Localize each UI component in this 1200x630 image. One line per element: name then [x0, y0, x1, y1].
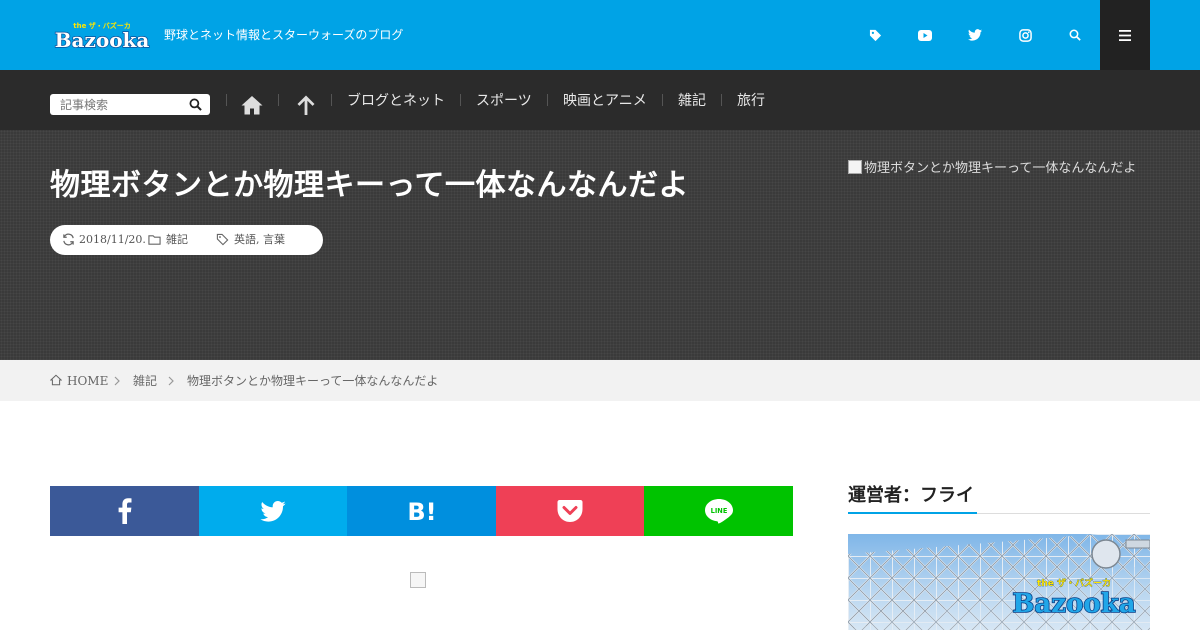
profile-logo-text: Bazooka: [1012, 589, 1135, 619]
pocket-icon: [557, 500, 583, 522]
hero-image-alt: 物理ボタンとか物理キーって一体なんなんだよ: [864, 161, 1137, 176]
menu-icon: [1119, 29, 1131, 41]
site-tagline: 野球とネット情報とスターウォーズのブログ: [164, 28, 404, 42]
share-twitter-button[interactable]: [199, 486, 347, 536]
nav-link-blog[interactable]: ブログとネット: [347, 92, 445, 110]
broken-image-icon: [410, 572, 426, 588]
article-date: 2018/11/20.: [79, 233, 146, 246]
twitter-icon: [260, 500, 286, 522]
search-input[interactable]: [50, 94, 185, 115]
nav-divider: [226, 94, 227, 106]
nav-divider: [460, 94, 461, 106]
menu-button[interactable]: [1100, 0, 1150, 70]
folder-icon: [148, 235, 161, 245]
nav-divider: [278, 94, 279, 106]
update-icon: [63, 233, 74, 246]
line-icon: LINE: [704, 499, 733, 524]
profile-image: Bazooka the ザ・バズーカ: [848, 534, 1150, 630]
hatena-icon: B!: [407, 498, 436, 524]
global-nav: ブログとネット スポーツ 映画とアニメ 雑記 旅行: [0, 70, 1200, 130]
youtube-icon[interactable]: [915, 25, 935, 45]
logo-text: Bazooka: [55, 28, 150, 50]
sidebar-title-accent: [848, 512, 977, 514]
share-line-button[interactable]: LINE: [644, 486, 793, 536]
search-icon[interactable]: [189, 98, 202, 111]
tag-icon: [216, 233, 229, 246]
broken-image-icon: [848, 160, 862, 174]
breadcrumb-current: 物理ボタンとか物理キーって一体なんなんだよ: [187, 374, 439, 388]
facebook-icon: [118, 498, 131, 524]
twitter-icon[interactable]: [965, 25, 985, 45]
nav-divider: [662, 94, 663, 106]
breadcrumb: HOME 雑記 物理ボタンとか物理キーって一体なんなんだよ: [0, 360, 1200, 401]
nav-link-travel[interactable]: 旅行: [737, 92, 765, 110]
article-title: 物理ボタンとか物理キーって一体なんなんだよ: [50, 168, 689, 203]
tower-truss-graphic: Bazooka the ザ・バズーカ: [848, 534, 1150, 630]
hatena-label: B!: [407, 498, 436, 524]
nav-link-movies[interactable]: 映画とアニメ: [563, 92, 647, 110]
share-facebook-button[interactable]: [50, 486, 199, 536]
site-header: the ザ・バズーカ Bazooka 野球とネット情報とスターウォーズのブログ: [0, 0, 1200, 70]
chevron-right-icon: [168, 376, 174, 386]
search-box: [50, 94, 210, 115]
sidebar-title: 運営者：フライ: [848, 485, 974, 506]
svg-text:the ザ・バズーカ: the ザ・バズーカ: [1037, 577, 1111, 589]
site-logo[interactable]: the ザ・バズーカ Bazooka: [50, 18, 154, 50]
article-category[interactable]: 雑記: [166, 233, 188, 247]
home-icon: [50, 374, 62, 386]
header-search-icon[interactable]: [1065, 25, 1085, 45]
share-hatena-button[interactable]: B!: [347, 486, 496, 536]
tag-icon[interactable]: [865, 25, 885, 45]
instagram-icon[interactable]: [1015, 25, 1035, 45]
line-label: LINE: [710, 507, 727, 515]
home-icon[interactable]: [240, 93, 264, 117]
article-tags[interactable]: 英語, 言葉: [234, 233, 285, 247]
chevron-right-icon: [114, 376, 120, 386]
arrow-up-icon[interactable]: [294, 93, 318, 117]
breadcrumb-category[interactable]: 雑記: [133, 374, 157, 388]
hero-image: 物理ボタンとか物理キーって一体なんなんだよ: [848, 160, 1150, 176]
article-meta: 2018/11/20. 雑記 英語, 言葉: [50, 225, 323, 255]
nav-divider: [547, 94, 548, 106]
breadcrumb-home[interactable]: HOME: [67, 374, 108, 388]
article-hero: 物理ボタンとか物理キーって一体なんなんだよ 2018/11/20. 雑記 英語,…: [0, 130, 1200, 360]
share-pocket-button[interactable]: [496, 486, 644, 536]
nav-link-misc[interactable]: 雑記: [678, 92, 706, 110]
nav-divider: [331, 94, 332, 106]
nav-link-sports[interactable]: スポーツ: [476, 92, 532, 110]
nav-divider: [721, 94, 722, 106]
